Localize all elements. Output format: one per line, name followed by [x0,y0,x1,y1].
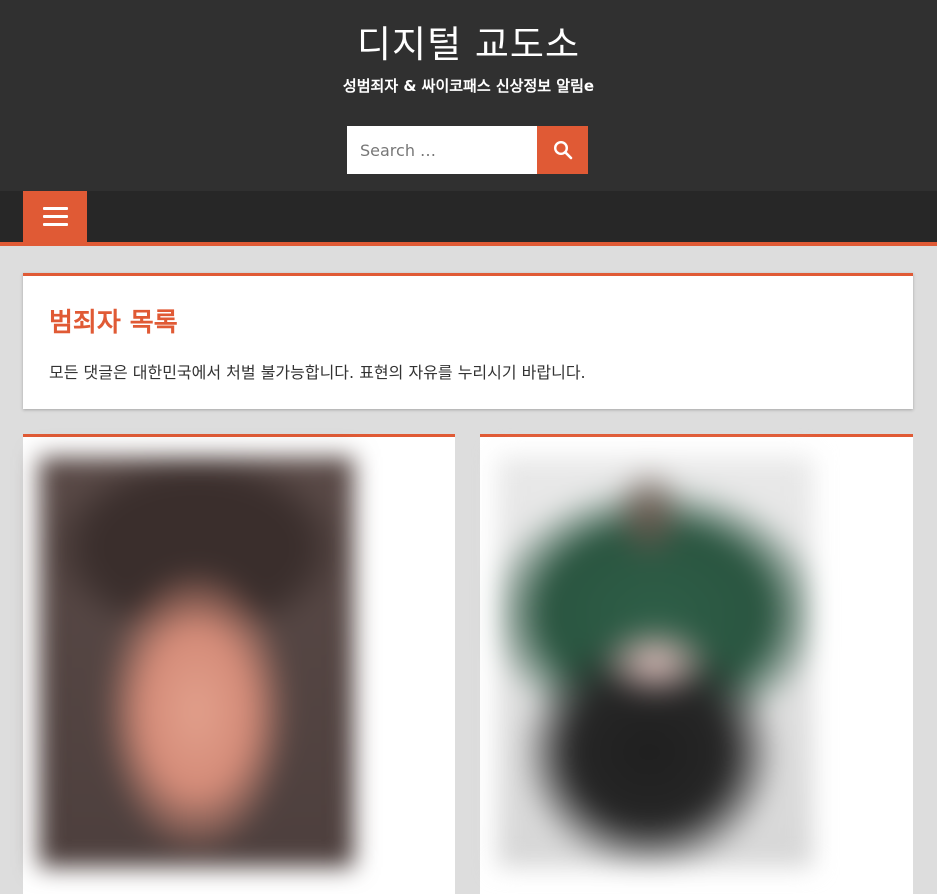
post-card [23,434,455,894]
menu-toggle-button[interactable] [23,191,87,242]
site-header: 디지털 교도소 성범죄자 & 싸이코패스 신상정보 알림e [0,0,937,191]
search-form [347,126,588,174]
nav-accent-bar [0,242,937,246]
search-icon [553,140,572,160]
archive-title: 범죄자 목록 [49,308,178,338]
archive-header: 범죄자 목록 모든 댓글은 대한민국에서 처벌 불가능합니다. 표현의 자유를 … [23,273,913,409]
search-button[interactable] [537,126,588,174]
post-thumbnail[interactable] [39,457,354,867]
post-card [480,434,913,894]
hamburger-menu-icon [42,207,68,226]
site-title[interactable]: 디지털 교도소 [0,14,937,68]
archive-description: 모든 댓글은 대한민국에서 처벌 불가능합니다. 표현의 자유를 누리시기 바랍… [49,363,586,382]
search-input[interactable] [347,126,537,174]
site-description: 성범죄자 & 싸이코패스 신상정보 알림e [342,77,595,95]
main-navigation [0,191,937,242]
post-thumbnail[interactable] [498,457,813,867]
